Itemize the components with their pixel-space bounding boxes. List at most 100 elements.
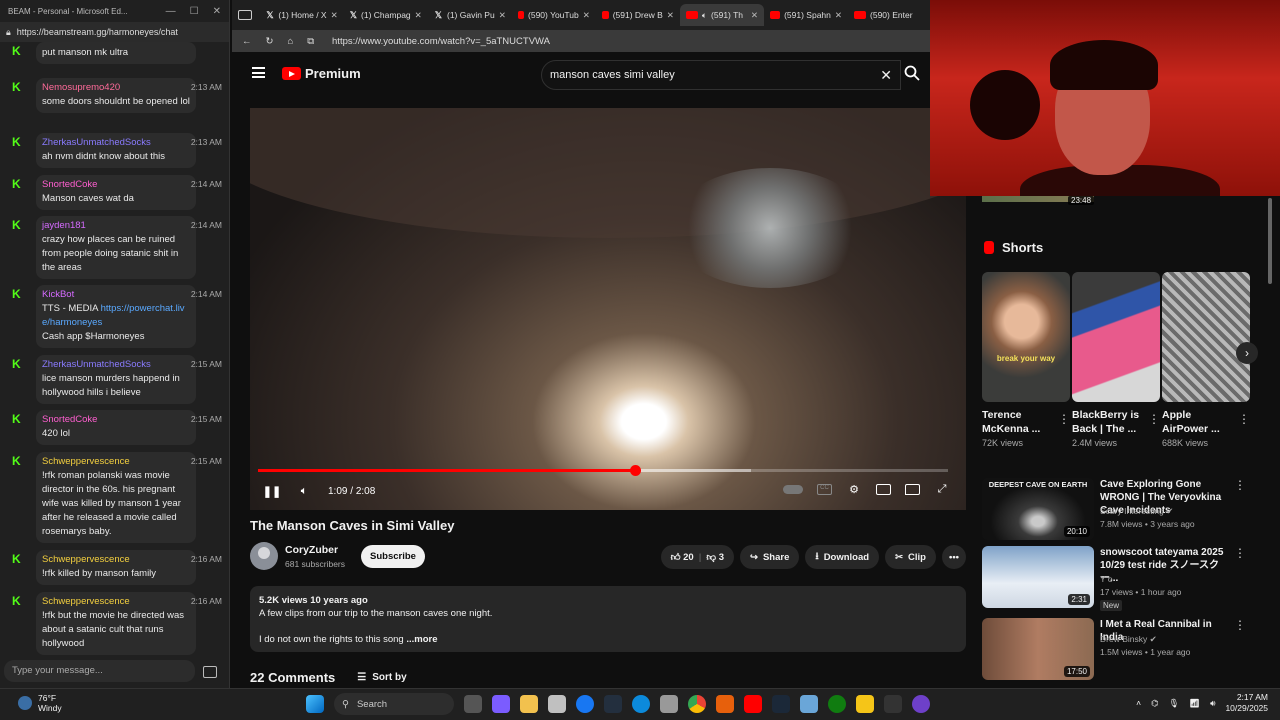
video-thumbnail[interactable]: 2:31 — [982, 546, 1094, 608]
xbox-icon[interactable] — [828, 695, 846, 713]
channel-name[interactable]: Drew Binsky — [1100, 634, 1147, 644]
taskbar-search[interactable]: ⚲ Search — [334, 693, 454, 715]
channel-avatar[interactable] — [250, 542, 278, 570]
settings-app-icon[interactable] — [800, 695, 818, 713]
like-button[interactable]: 👍︎ 20 — [671, 551, 694, 563]
vlc-icon[interactable] — [716, 695, 734, 713]
copilot-icon[interactable] — [492, 695, 510, 713]
captions-icon[interactable]: CC — [817, 483, 832, 495]
minimize-icon[interactable]: — — [166, 6, 176, 17]
file-explorer-icon[interactable] — [520, 695, 538, 713]
volume-icon[interactable]: 🔈︎ — [296, 484, 312, 498]
browser-tab[interactable]: (590) YouTub ✕ — [512, 4, 596, 26]
more-options-icon[interactable]: ⋮ — [1058, 412, 1070, 426]
browser-tab[interactable]: (590) Enter — [848, 4, 932, 26]
chat-username[interactable]: ZherkasUnmatchedSocks — [42, 359, 190, 370]
facebook-icon[interactable] — [576, 695, 594, 713]
search-icon[interactable] — [904, 65, 920, 81]
close-tab-icon[interactable]: ✕ — [751, 10, 758, 21]
description-box[interactable]: 5.2K views 10 years ago A few clips from… — [250, 586, 966, 652]
cast-icon[interactable] — [905, 483, 920, 495]
sticky-notes-icon[interactable] — [856, 695, 874, 713]
video-thumbnail[interactable]: 17:50 — [982, 618, 1094, 680]
recommended-video[interactable]: 2:31 snowscoot tateyama 2025 10/29 test … — [982, 546, 1250, 611]
channel-name[interactable]: CoryZuber — [285, 544, 338, 556]
video-progress-bar[interactable] — [258, 464, 948, 476]
sort-button[interactable]: ☰ Sort by — [357, 672, 406, 683]
recommended-video[interactable]: 17:50 I Met a Real Cannibal in India Dre… — [982, 618, 1250, 682]
video-thumbnail[interactable]: DEEPEST CAVE ON EARTH 20:10 — [982, 478, 1094, 540]
steam-icon[interactable] — [772, 695, 790, 713]
settings-icon[interactable]: ⚙︎ — [846, 482, 862, 496]
clear-search-icon[interactable]: ✕ — [880, 67, 892, 84]
dislike-button[interactable]: 👎︎ 3 — [706, 551, 724, 563]
more-options-icon[interactable]: ⋮ — [1238, 412, 1250, 426]
short-thumbnail[interactable] — [1072, 272, 1160, 402]
chat-address-bar[interactable]: 🔒︎ https://beamstream.gg/harmoneyes/chat — [0, 22, 229, 42]
volume-tray-icon[interactable]: 🔊︎ — [1210, 698, 1215, 709]
more-options-icon[interactable]: ⋮ — [1234, 546, 1246, 560]
page-scrollbar[interactable] — [1268, 198, 1272, 284]
close-tab-icon[interactable]: ✕ — [583, 10, 590, 21]
chat-username[interactable]: jayden181 — [42, 220, 190, 231]
obs-icon[interactable] — [912, 695, 930, 713]
subscribe-button[interactable]: Subscribe — [361, 545, 425, 568]
short-item[interactable]: break your way Terence McKenna ... 72K v… — [982, 272, 1070, 448]
address-bar[interactable]: https://www.youtube.com/watch?v=_5aTNUCT… — [332, 36, 550, 47]
recommended-video[interactable]: DEEPEST CAVE ON EARTH 20:10 Cave Explorin… — [982, 478, 1250, 542]
more-options-icon[interactable]: ⋮ — [1148, 412, 1160, 426]
shorts-next-icon[interactable]: › — [1236, 342, 1258, 364]
edge-icon[interactable] — [632, 695, 650, 713]
microphone-icon[interactable]: 🎙︎ — [1169, 698, 1180, 709]
windows-start-icon[interactable] — [306, 695, 324, 713]
more-actions-icon[interactable]: ••• — [942, 545, 966, 569]
home-icon[interactable]: ⌂ — [287, 36, 293, 47]
browser-tab[interactable]: (591) Drew B ✕ — [596, 4, 680, 26]
tray-overflow-icon[interactable]: ˄ — [1136, 698, 1141, 708]
youtube-app-icon[interactable] — [744, 695, 762, 713]
download-button[interactable]: ⭳ Download — [805, 545, 880, 569]
browser-tab[interactable]: (591) Spahn ✕ — [764, 4, 848, 26]
browser-tab[interactable]: 𝕏 (1) Champag ✕ — [344, 4, 428, 26]
youtube-logo[interactable]: Premium — [282, 66, 361, 81]
wifi-icon[interactable]: 📶︎ — [1189, 698, 1200, 709]
chat-username[interactable]: KickBot — [42, 289, 190, 300]
browser-tab-active[interactable]: 🔈︎ (591) Th ✕ — [679, 4, 764, 26]
fullscreen-icon[interactable]: ⤢ — [934, 482, 950, 496]
browser-tab[interactable]: 𝕏 (1) Home / X ✕ — [260, 4, 344, 26]
more-link[interactable]: ...more — [406, 634, 437, 645]
short-thumbnail[interactable] — [1162, 272, 1250, 402]
chat-username[interactable]: SnortedCoke — [42, 414, 190, 425]
close-tab-icon[interactable]: ✕ — [331, 10, 338, 21]
short-item[interactable]: Apple AirPower ... 688K views ⋮ — [1162, 272, 1250, 448]
chat-username[interactable]: Nemosupremo420 — [42, 82, 190, 93]
video-channel[interactable]: Y o — [1100, 574, 1113, 584]
site-info-icon[interactable]: ⧉ — [307, 36, 314, 47]
clock[interactable]: 2:17 AM 10/29/2025 — [1225, 692, 1268, 714]
channel-name[interactable]: Scary Interesting — [1100, 506, 1164, 516]
store-icon[interactable] — [548, 695, 566, 713]
maximize-icon[interactable]: ☐ — [190, 6, 199, 17]
calculator-icon[interactable] — [660, 695, 678, 713]
chat-username[interactable]: Schweppervescence — [42, 456, 190, 467]
close-tab-icon[interactable]: ✕ — [667, 10, 674, 21]
search-input[interactable]: manson caves simi valley ✕ — [541, 60, 901, 90]
task-view-icon[interactable] — [464, 695, 482, 713]
autoplay-toggle[interactable] — [783, 484, 803, 494]
short-thumbnail[interactable]: break your way — [982, 272, 1070, 402]
miniplayer-icon[interactable] — [876, 483, 891, 495]
more-options-icon[interactable]: ⋮ — [1234, 478, 1246, 492]
share-button[interactable]: ↪ Share — [739, 545, 800, 569]
close-icon[interactable]: ✕ — [213, 6, 221, 17]
chat-username[interactable]: SnortedCoke — [42, 179, 190, 190]
chrome-icon[interactable] — [688, 695, 706, 713]
browser-tab[interactable]: 𝕏 (1) Gavin Pu ✕ — [428, 4, 512, 26]
chat-message-input[interactable]: Type your message... — [4, 660, 195, 682]
chat-username[interactable]: Schweppervescence — [42, 596, 190, 607]
more-options-icon[interactable]: ⋮ — [1234, 618, 1246, 632]
weather-widget[interactable]: 76°F Windy — [18, 693, 62, 713]
refresh-icon[interactable]: ↻ — [266, 36, 274, 47]
amazon-icon[interactable] — [604, 695, 622, 713]
speaker-icon[interactable]: 🔈︎ — [702, 10, 707, 21]
back-icon[interactable]: ← — [242, 36, 252, 47]
